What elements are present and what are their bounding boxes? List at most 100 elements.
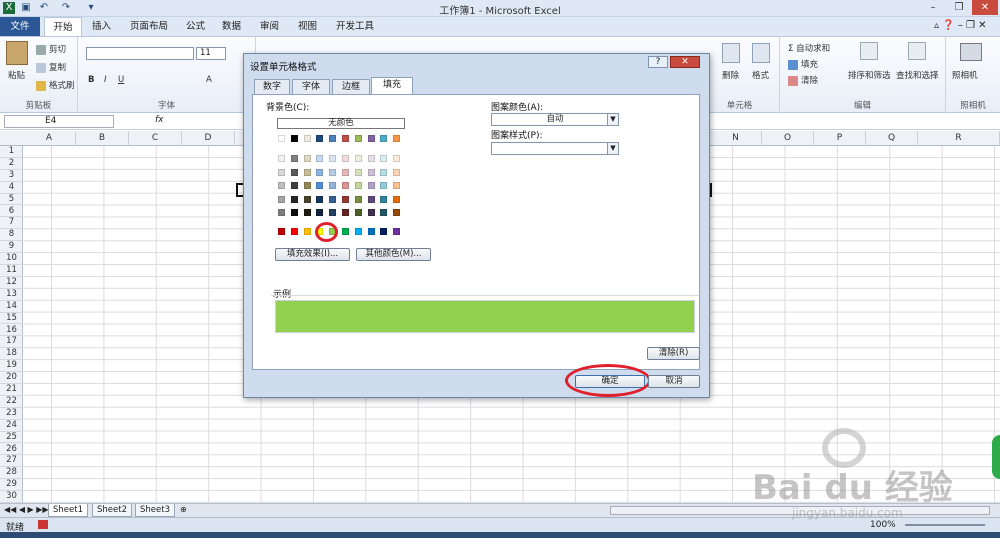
sheet-tab-1[interactable]: Sheet1 (48, 504, 88, 517)
row-header[interactable]: 11 (0, 265, 23, 277)
color-swatch[interactable] (303, 168, 311, 176)
color-swatch[interactable] (393, 209, 401, 216)
row-header[interactable]: 2 (0, 158, 23, 170)
color-swatch[interactable] (380, 182, 388, 189)
row-header[interactable]: 23 (0, 408, 23, 420)
color-swatch[interactable] (278, 135, 285, 142)
color-swatch[interactable] (329, 135, 337, 142)
color-swatch[interactable] (316, 168, 324, 176)
font-size-select[interactable]: 11 (196, 47, 226, 60)
color-swatch[interactable] (303, 182, 311, 189)
row-header[interactable]: 16 (0, 325, 23, 337)
autosum-button[interactable]: Σ 自动求和 (788, 42, 830, 54)
color-swatch[interactable] (290, 168, 298, 176)
color-swatch[interactable] (393, 195, 401, 203)
row-header[interactable]: 15 (0, 313, 23, 325)
color-swatch[interactable] (342, 182, 349, 189)
color-swatch[interactable] (290, 195, 298, 203)
column-header[interactable]: P (814, 131, 866, 146)
font-name-select[interactable] (86, 47, 194, 60)
color-swatch[interactable] (303, 155, 311, 162)
sort-filter-button[interactable]: 排序和筛选 (848, 69, 891, 81)
tab-review[interactable]: 审阅 (252, 17, 287, 36)
color-swatch[interactable] (354, 168, 362, 176)
color-swatch[interactable] (393, 182, 401, 189)
color-swatch[interactable] (367, 228, 375, 235)
color-swatch[interactable] (342, 195, 349, 203)
tab-view[interactable]: 视图 (290, 17, 325, 36)
color-swatch[interactable] (316, 195, 324, 203)
color-swatch[interactable] (278, 209, 285, 216)
fill-button[interactable]: 填充 (788, 58, 818, 70)
more-colors-button[interactable]: 其他颜色(M)... (356, 248, 431, 261)
side-widget[interactable] (992, 435, 1000, 479)
color-swatch[interactable] (393, 228, 401, 235)
row-header[interactable]: 17 (0, 336, 23, 349)
name-box[interactable]: E4 (4, 115, 114, 128)
color-swatch[interactable] (342, 155, 349, 162)
column-header[interactable]: O (762, 131, 814, 146)
underline-icon[interactable]: U (118, 75, 124, 85)
row-header[interactable]: 7 (0, 217, 23, 230)
color-swatch[interactable] (329, 168, 337, 176)
color-swatch[interactable] (354, 228, 362, 235)
sort-filter-icon[interactable] (860, 42, 878, 60)
color-swatch[interactable] (329, 209, 337, 216)
column-header[interactable]: B (76, 131, 129, 146)
camera-button[interactable]: 照相机 (952, 69, 978, 81)
column-header[interactable]: R (918, 131, 1000, 146)
color-swatch[interactable] (380, 195, 388, 203)
column-header[interactable]: Q (866, 131, 918, 146)
tab-font[interactable]: 字体 (292, 79, 330, 94)
no-color-button[interactable]: 无颜色 (277, 118, 405, 129)
tab-formulas[interactable]: 公式 (178, 17, 213, 36)
format-button[interactable]: 格式 (752, 69, 769, 81)
tab-insert[interactable]: 插入 (84, 17, 119, 36)
color-swatch[interactable] (329, 182, 337, 189)
color-swatch[interactable] (367, 155, 375, 162)
color-swatch[interactable] (290, 155, 298, 162)
font-color-icon[interactable]: A (206, 75, 212, 85)
tab-number[interactable]: 数字 (254, 79, 290, 94)
color-swatch[interactable] (380, 168, 388, 176)
tab-data[interactable]: 数据 (214, 17, 249, 36)
color-swatch[interactable] (354, 135, 362, 142)
help-icon[interactable]: ? (648, 56, 668, 68)
color-swatch[interactable] (316, 155, 324, 162)
row-header[interactable]: 21 (0, 384, 23, 396)
color-swatch[interactable] (380, 155, 388, 162)
delete-icon[interactable] (722, 43, 740, 63)
color-swatch[interactable] (367, 135, 375, 142)
minimize-icon[interactable]: – (920, 0, 946, 15)
color-swatch[interactable] (278, 168, 285, 176)
color-swatch[interactable] (290, 228, 298, 235)
color-swatch[interactable] (278, 155, 285, 162)
row-header[interactable]: 25 (0, 432, 23, 444)
row-header[interactable]: 1 (0, 146, 23, 158)
color-swatch[interactable] (354, 195, 362, 203)
close-icon[interactable]: ✕ (670, 56, 700, 68)
color-swatch[interactable] (329, 195, 337, 203)
chevron-down-icon[interactable]: ▼ (607, 114, 618, 125)
color-swatch[interactable] (380, 209, 388, 216)
close-window-icon[interactable]: ✕ (972, 0, 998, 15)
row-header[interactable]: 3 (0, 170, 23, 182)
color-swatch[interactable] (342, 209, 349, 216)
row-header[interactable]: 19 (0, 360, 23, 373)
color-swatch[interactable] (316, 209, 324, 216)
tab-page-layout[interactable]: 页面布局 (122, 17, 176, 36)
clear-button[interactable]: 清除(R) (647, 347, 700, 360)
sheet-nav-icon[interactable]: ◀◀ ◀ ▶ ▶▶ (4, 505, 49, 514)
ribbon-minimize-icon[interactable]: ▵ ❓ – ❐ ✕ (934, 20, 987, 31)
pattern-color-select[interactable]: 自动 (491, 113, 619, 126)
paste-button[interactable]: 粘贴 (8, 69, 25, 81)
color-swatch[interactable] (367, 168, 375, 176)
row-header[interactable]: 24 (0, 420, 23, 432)
clear-button[interactable]: 清除 (788, 74, 818, 86)
italic-icon[interactable]: I (104, 75, 107, 85)
row-header[interactable]: 14 (0, 301, 23, 313)
color-swatch[interactable] (354, 209, 362, 216)
column-header[interactable]: C (129, 131, 182, 146)
color-swatch[interactable] (393, 155, 401, 162)
color-swatch[interactable] (342, 135, 349, 142)
